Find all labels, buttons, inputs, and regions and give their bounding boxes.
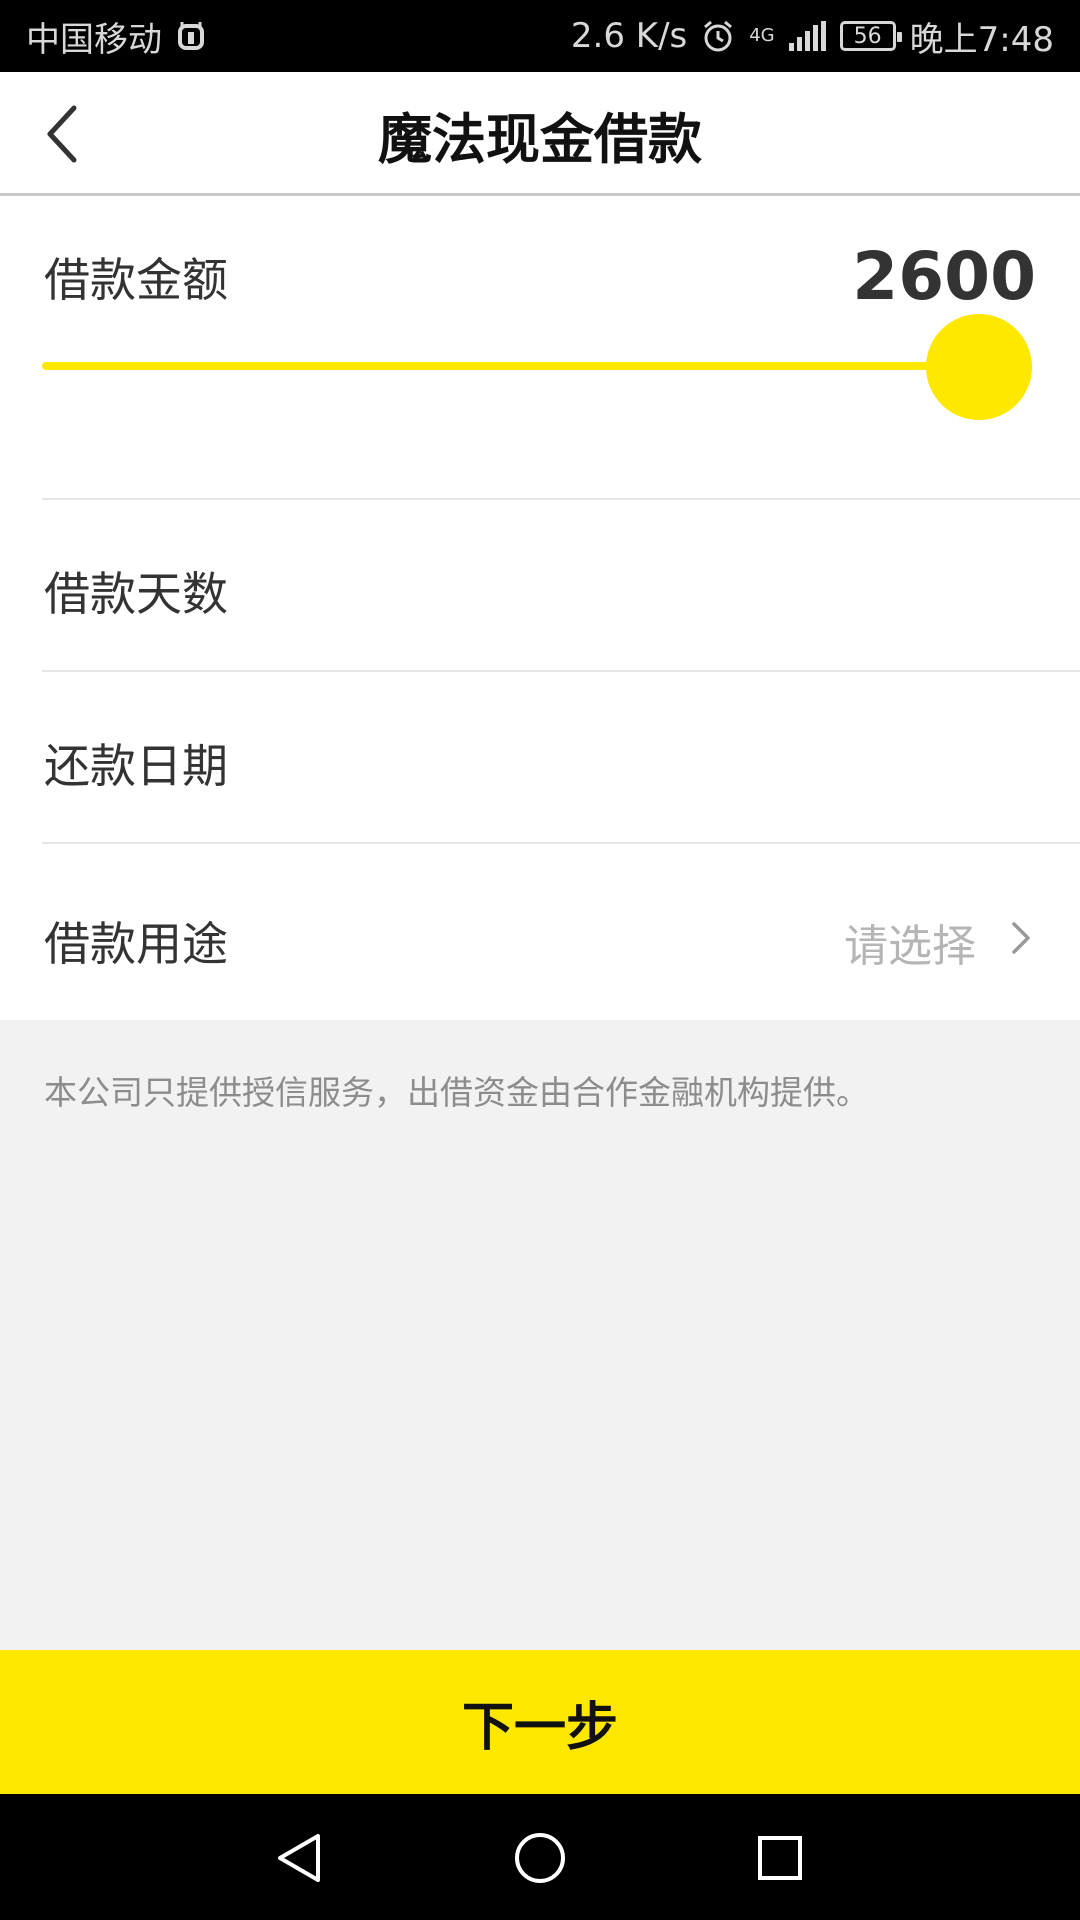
system-home-button[interactable]	[504, 1822, 576, 1894]
loan-days-row[interactable]: 借款天数	[0, 500, 1080, 672]
next-step-button[interactable]: 下一步	[0, 1650, 1080, 1794]
info-area: 本公司只提供授信服务，出借资金由合作金融机构提供。	[0, 1020, 1080, 1650]
network-speed: 2.6 K/s	[570, 16, 688, 56]
battery-icon: 56	[839, 21, 902, 51]
status-right: 2.6 K/s 4G 56 晚上7:48	[571, 12, 1054, 61]
loan-purpose-row[interactable]: 借款用途 请选择	[0, 844, 1080, 1020]
carrier-label: 中国移动	[26, 19, 162, 60]
system-recents-button[interactable]	[744, 1822, 816, 1894]
triangle-back-icon	[278, 1834, 320, 1882]
square-recents-icon	[758, 1836, 802, 1880]
loan-amount-section: 借款金额 2600	[0, 196, 1080, 500]
loan-amount-label: 借款金额	[44, 253, 228, 307]
notice-text: 本公司只提供授信服务，出借资金由合作金融机构提供。	[44, 1073, 869, 1112]
chevron-left-icon	[47, 105, 77, 163]
page-title: 魔法现金借款	[378, 107, 702, 171]
status-bar: 中国移动 2.6 K/s 4G 56 晚上7:48	[0, 0, 1080, 72]
loan-purpose-placeholder: 请选择	[844, 921, 976, 972]
navigation-bar: 魔法现金借款	[0, 72, 1080, 196]
system-navigation-bar	[0, 1794, 1080, 1920]
slider-thumb[interactable]	[926, 314, 1032, 420]
signal-icon	[788, 21, 826, 51]
clock: 晚上7:48	[909, 19, 1054, 60]
loan-days-label: 借款天数	[44, 567, 228, 621]
network-type: 4G	[749, 25, 775, 46]
loan-purpose-label: 借款用途	[44, 917, 228, 971]
circle-home-icon	[515, 1833, 565, 1883]
system-back-button[interactable]	[264, 1822, 336, 1894]
repay-date-label: 还款日期	[44, 739, 228, 793]
chevron-right-icon	[1012, 922, 1030, 954]
back-button[interactable]	[22, 94, 102, 174]
battery-level: 56	[853, 23, 882, 49]
loan-amount-value: 2600	[852, 238, 1036, 315]
alarm-icon	[704, 20, 733, 52]
notification-icon	[178, 22, 204, 50]
repay-date-row[interactable]: 还款日期	[0, 672, 1080, 844]
slider-fill	[42, 362, 979, 370]
status-left: 中国移动	[26, 12, 206, 61]
loan-amount-slider[interactable]	[42, 362, 1032, 370]
screen: 中国移动 2.6 K/s 4G 56 晚上7:48 魔法现金借款 借款金额 26…	[0, 0, 1080, 1920]
